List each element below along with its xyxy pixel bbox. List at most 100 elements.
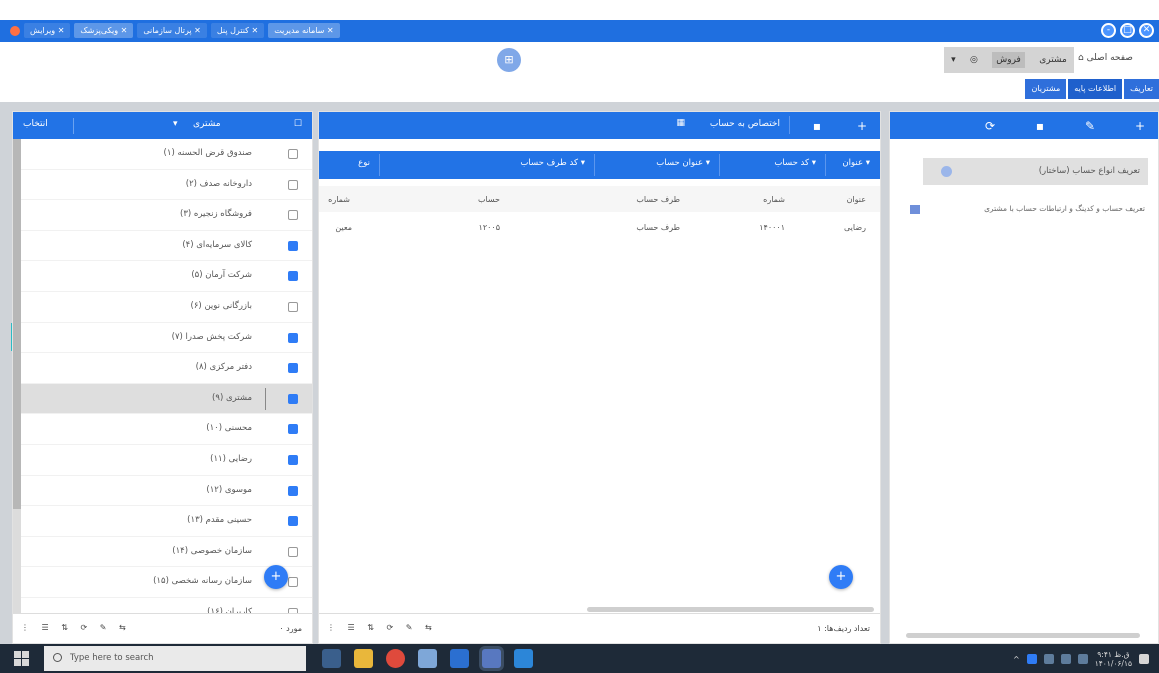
list-item[interactable]: رضایی (۱۱) xyxy=(21,445,312,476)
list-item[interactable]: سازمان خصوصی (۱۴) xyxy=(21,537,312,568)
row-count: تعداد ردیف‌ها: ۱ xyxy=(817,624,870,633)
list-item[interactable]: موسوی (۱۲) xyxy=(21,476,312,507)
battery-icon[interactable] xyxy=(1043,654,1054,664)
table-footer: ⋮ ☰ ⇅ ⟳ ✎ ⇆ تعداد ردیف‌ها: ۱ xyxy=(319,613,880,643)
taskbar-clock[interactable]: ۹:۴۱ ق.ظ ۱۴۰۱/۰۶/۱۵ xyxy=(1095,650,1132,668)
browser-tabs: ویرایش ✕ ویکی‌پزشک ✕ پرتال سازمانی ✕ کنت… xyxy=(10,23,340,38)
module-search[interactable]: ▾ ◎ فروش مشتری xyxy=(944,47,1074,73)
language-icon[interactable] xyxy=(1077,654,1088,664)
column-divider xyxy=(379,154,380,176)
table-row[interactable]: رضایی ۱۴۰۰۰۱ طرف حساب ۱۲۰۰۵ معین xyxy=(319,214,880,240)
list-item-checkbox[interactable] xyxy=(288,332,298,343)
list-item-checkbox[interactable] xyxy=(288,454,298,465)
breadcrumb[interactable]: ⌂ صفحه اصلی xyxy=(1078,53,1133,63)
add-customer-button[interactable]: + xyxy=(264,565,288,589)
table-cell: طرف حساب xyxy=(636,195,680,204)
browser-tab[interactable]: ویرایش ✕ xyxy=(24,23,71,38)
add-icon[interactable]: + xyxy=(854,118,870,134)
window-controls: - □ ✕ xyxy=(1101,23,1154,38)
table-header: عنوان ▾ کد حساب ▾ عنوان حساب ▾ کد طرف حس… xyxy=(319,151,880,179)
outlook-icon[interactable] xyxy=(514,649,533,668)
column-header[interactable]: عنوان حساب ▾ xyxy=(656,158,710,168)
list-item[interactable]: دفتر مرکزی (۸) xyxy=(21,353,312,384)
assignment-title[interactable]: اختصاص به حساب xyxy=(710,119,780,129)
horizontal-scrollbar[interactable] xyxy=(587,607,874,612)
minimize-button[interactable]: - xyxy=(1101,23,1116,38)
list-item-checkbox[interactable] xyxy=(288,424,298,435)
list-item[interactable]: مشتری (۹) xyxy=(21,383,312,415)
list-item-checkbox[interactable] xyxy=(288,179,298,190)
list-item[interactable]: صندوق قرض الحسنه (۱) xyxy=(21,139,312,170)
column-header[interactable]: کد حساب ▾ xyxy=(774,158,816,168)
list-item-checkbox[interactable] xyxy=(288,485,298,496)
column-header[interactable]: نوع xyxy=(358,158,370,168)
breadcrumb-home[interactable]: صفحه اصلی xyxy=(1087,53,1133,63)
windows-start-icon[interactable] xyxy=(14,651,29,666)
list-item[interactable]: داروخانه صدف (۲) xyxy=(21,170,312,201)
browser-tab[interactable]: ویکی‌پزشک ✕ xyxy=(74,23,134,38)
open-tab[interactable]: تعاریف xyxy=(1124,79,1159,99)
list-item-checkbox[interactable] xyxy=(288,210,298,221)
edit-icon[interactable]: ✎ xyxy=(1082,118,1098,134)
module-tab[interactable]: فروش xyxy=(992,52,1025,68)
footer-tools-icon[interactable]: ⋮ ☰ ⇅ ⟳ ✎ ⇆ xyxy=(327,623,437,632)
list-item[interactable]: محسنی (۱۰) xyxy=(21,414,312,445)
column-header[interactable]: عنوان ▾ xyxy=(842,158,870,168)
taskbar-search[interactable]: Type here to search xyxy=(44,646,306,671)
scrollbar-thumb[interactable] xyxy=(13,139,21,509)
open-tab[interactable]: اطلاعات پایه xyxy=(1068,79,1123,99)
table-cell: حساب xyxy=(477,195,500,204)
browser-tab[interactable]: کنترل پنل ✕ xyxy=(210,23,265,38)
browser-tab-active[interactable]: سامانه مدیریت ✕ xyxy=(268,23,340,38)
delete-icon[interactable]: ▪ xyxy=(1032,118,1048,134)
list-item[interactable]: حسینی مقدم (۱۳) xyxy=(21,506,312,537)
chrome-icon[interactable] xyxy=(386,649,405,668)
list-item-checkbox[interactable] xyxy=(288,516,298,527)
horizontal-scrollbar[interactable] xyxy=(906,633,1140,638)
close-button[interactable]: ✕ xyxy=(1139,23,1154,38)
browser-tab[interactable]: پرتال سازمانی ✕ xyxy=(137,23,207,38)
chevron-up-icon[interactable]: ^ xyxy=(1013,655,1020,664)
list-item-checkbox[interactable] xyxy=(288,240,298,251)
list-item-checkbox[interactable] xyxy=(288,149,298,159)
list-item[interactable]: بازرگانی نوین (۶) xyxy=(21,292,312,323)
assign-icon[interactable]: ▦ xyxy=(676,118,685,128)
table-cell: عنوان xyxy=(846,195,866,204)
open-tab[interactable]: مشتریان xyxy=(1025,79,1067,99)
maximize-button[interactable]: □ xyxy=(1120,23,1135,38)
list-item[interactable]: شرکت پخش صدرا (۷) xyxy=(21,323,312,354)
volume-icon[interactable] xyxy=(1060,654,1071,664)
app-icon[interactable] xyxy=(450,649,469,668)
task-view-icon[interactable] xyxy=(322,649,341,668)
customer-list-title[interactable]: مشتری xyxy=(193,119,221,129)
delete-icon[interactable]: ▪ xyxy=(809,118,825,134)
table-cell: رضایی xyxy=(844,223,866,232)
filter-label[interactable]: انتخاب xyxy=(23,119,48,129)
add-icon[interactable]: + xyxy=(1132,118,1148,134)
select-all-icon[interactable]: ☐ xyxy=(294,119,302,129)
list-item-checkbox[interactable] xyxy=(288,363,298,374)
file-explorer-icon[interactable] xyxy=(354,649,373,668)
list-item-checkbox[interactable] xyxy=(288,393,298,404)
list-item-checkbox[interactable] xyxy=(288,271,298,282)
notification-icon[interactable] xyxy=(1139,654,1149,664)
network-icon[interactable] xyxy=(1026,654,1037,664)
vertical-scrollbar[interactable] xyxy=(13,139,21,613)
chevron-down-icon[interactable]: ▾ xyxy=(951,55,956,65)
module-search-value[interactable]: مشتری xyxy=(1039,55,1067,65)
list-item[interactable]: شرکت آرمان (۵) xyxy=(21,261,312,292)
browser-icon[interactable] xyxy=(482,649,501,668)
list-item[interactable]: فروشگاه زنجیره (۳) xyxy=(21,200,312,231)
dropdown-icon[interactable]: ▾ xyxy=(173,119,178,129)
paint-icon[interactable] xyxy=(418,649,437,668)
list-item-checkbox[interactable] xyxy=(288,546,298,557)
footer-tools-icon[interactable]: ⋮ ☰ ⇅ ⟳ ✎ ⇆ xyxy=(21,623,131,632)
grid-icon[interactable]: ⊞ xyxy=(497,48,521,72)
list-item-checkbox[interactable] xyxy=(288,577,298,588)
add-row-button[interactable]: + xyxy=(829,565,853,589)
tree-node-selected[interactable]: تعریف انواع حساب (ساختار) xyxy=(923,158,1148,185)
column-header[interactable]: کد طرف حساب ▾ xyxy=(520,158,585,168)
list-item-checkbox[interactable] xyxy=(288,301,298,312)
list-item[interactable]: کالای سرمایه‌ای (۴) xyxy=(21,231,312,262)
refresh-icon[interactable]: ⟳ xyxy=(982,118,998,134)
